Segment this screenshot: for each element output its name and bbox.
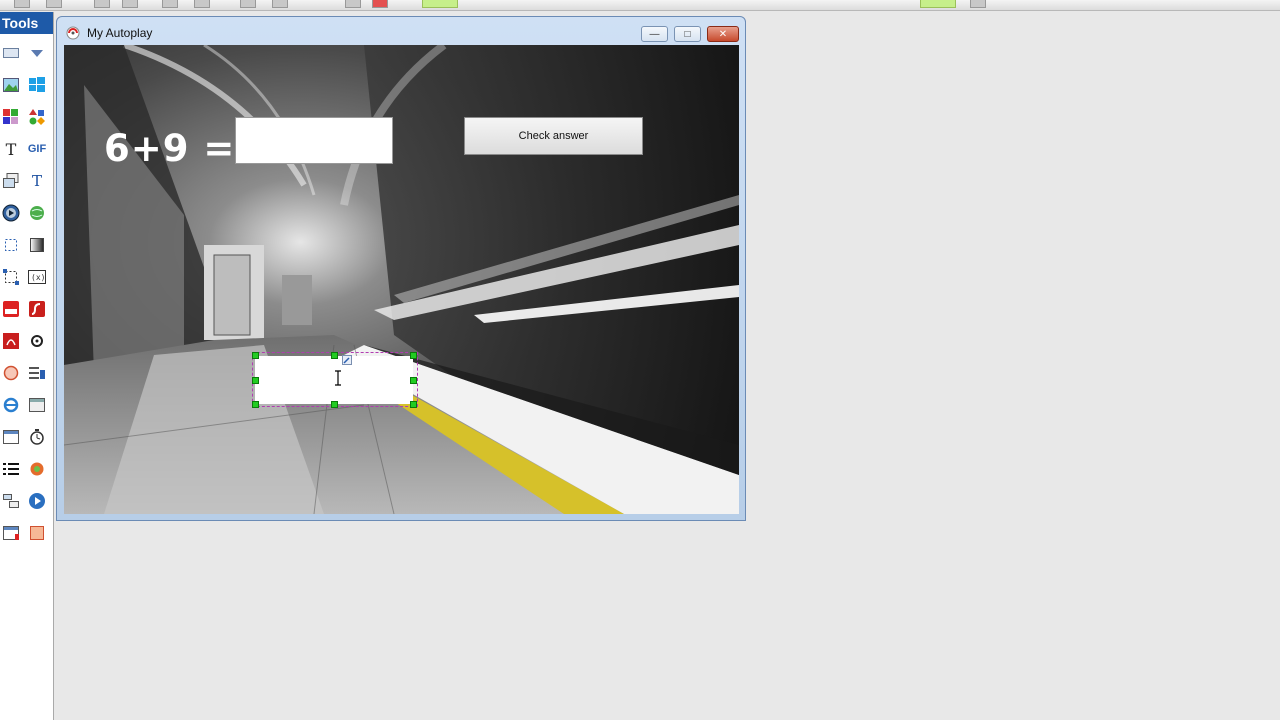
toolbar-highlight <box>422 0 458 8</box>
list-icon[interactable] <box>2 460 20 478</box>
circle-icon[interactable] <box>2 364 20 382</box>
resize-handle[interactable] <box>410 401 417 408</box>
list-edit-icon[interactable] <box>28 364 46 382</box>
shapes-icon[interactable] <box>28 108 46 126</box>
slideshow-icon[interactable] <box>28 524 46 542</box>
autoplay-app-icon <box>66 26 80 40</box>
web-icon[interactable] <box>28 204 46 222</box>
toolbar-button[interactable] <box>272 0 288 8</box>
tools-panel: Tools T GIF T (x) <box>0 12 54 720</box>
resize-handle[interactable] <box>252 352 259 359</box>
text-cursor-icon <box>335 370 341 386</box>
crop-icon[interactable] <box>2 236 20 254</box>
toolbar-button[interactable] <box>345 0 361 8</box>
flash-icon[interactable] <box>28 300 46 318</box>
tree-icon[interactable] <box>2 492 20 510</box>
restore-button[interactable]: □ <box>674 26 701 42</box>
media-player-icon[interactable] <box>2 204 20 222</box>
timer-icon[interactable] <box>28 428 46 446</box>
gradient-icon[interactable] <box>28 236 46 254</box>
subway-background-image <box>64 45 739 514</box>
minimize-icon: — <box>649 28 660 40</box>
toolbar-button[interactable] <box>122 0 138 8</box>
play-icon[interactable] <box>28 492 46 510</box>
variable-icon[interactable]: (x) <box>28 268 46 286</box>
layers-icon[interactable] <box>2 172 20 190</box>
svg-text:(x): (x) <box>31 273 45 282</box>
panel-icon[interactable] <box>28 396 46 414</box>
windows-icon[interactable] <box>28 76 46 94</box>
youtube-icon[interactable] <box>2 300 20 318</box>
toolbar-button[interactable] <box>162 0 178 8</box>
ie-icon[interactable] <box>2 396 20 414</box>
toolbar-button[interactable] <box>14 0 30 8</box>
close-icon: ✕ <box>718 28 728 40</box>
resize-handle[interactable] <box>331 352 338 359</box>
resize-handle[interactable] <box>252 377 259 384</box>
toolbar-close-icon[interactable] <box>372 0 388 8</box>
pdf-icon[interactable] <box>2 332 20 350</box>
equation-label: 6+9 = <box>104 127 236 170</box>
plugin-icon[interactable] <box>28 460 46 478</box>
toolbar-button[interactable] <box>94 0 110 8</box>
restore-icon: □ <box>684 28 691 40</box>
resize-handle[interactable] <box>410 352 417 359</box>
window-icon[interactable] <box>2 524 20 542</box>
close-button[interactable]: ✕ <box>707 26 739 42</box>
dropdown-icon[interactable] <box>28 44 46 62</box>
spiral-icon[interactable] <box>28 332 46 350</box>
edit-pencil-icon[interactable] <box>342 352 352 365</box>
answer-input[interactable] <box>235 117 393 164</box>
gif-icon[interactable]: GIF <box>28 140 46 158</box>
tools-header: Tools <box>0 12 53 34</box>
fancy-text-icon[interactable]: T <box>28 172 46 190</box>
input-icon[interactable] <box>2 428 20 446</box>
resize-handle[interactable] <box>410 377 417 384</box>
toolbar-button[interactable] <box>194 0 210 8</box>
bounds-icon[interactable] <box>2 268 20 286</box>
resize-handle[interactable] <box>331 401 338 408</box>
toolbar-highlight <box>920 0 956 8</box>
toolbar-button[interactable] <box>240 0 256 8</box>
resize-handle[interactable] <box>252 401 259 408</box>
app-window: My Autoplay — □ ✕ 6+9 = Check answer <box>56 16 746 521</box>
image-icon[interactable] <box>2 76 20 94</box>
page-canvas: 6+9 = Check answer <box>64 45 739 514</box>
check-answer-button[interactable]: Check answer <box>464 117 643 155</box>
toolbar-button[interactable] <box>46 0 62 8</box>
top-toolbar <box>0 0 1280 11</box>
text-icon[interactable]: T <box>2 140 20 159</box>
window-title: My Autoplay <box>87 26 153 40</box>
rectangle-icon[interactable] <box>2 44 20 62</box>
mosaic-icon[interactable] <box>2 108 20 126</box>
minimize-button[interactable]: — <box>641 26 668 42</box>
toolbar-button[interactable] <box>970 0 986 8</box>
